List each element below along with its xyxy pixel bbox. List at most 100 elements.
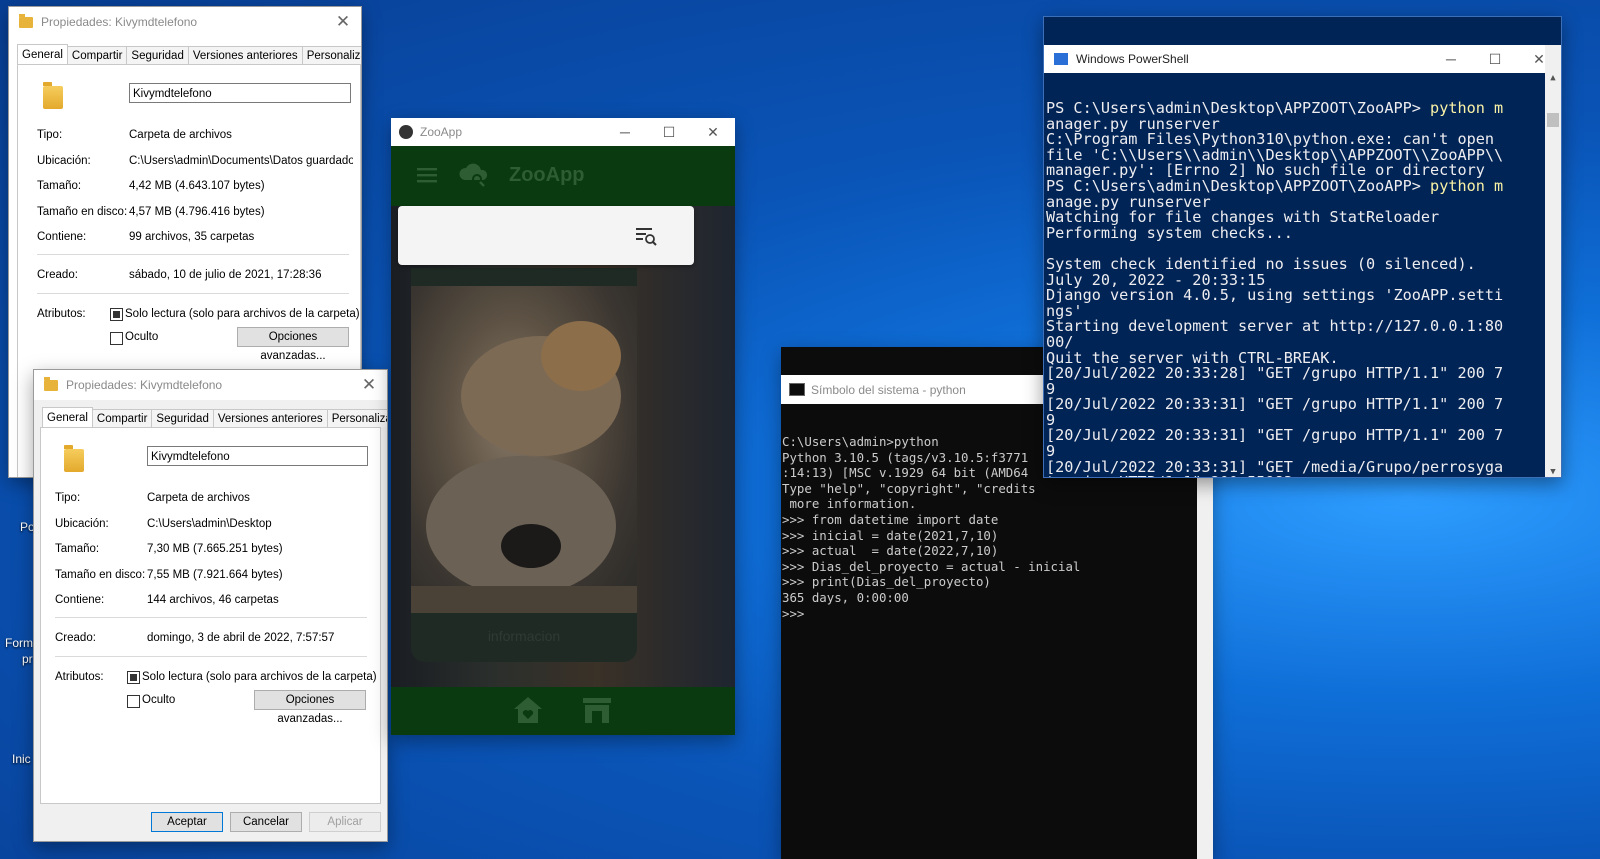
hidden-checkbox[interactable] xyxy=(110,332,123,345)
divider xyxy=(37,293,349,294)
title-bar[interactable]: Propiedades: Kivymdtelefono ✕ xyxy=(34,370,387,400)
console-line: Starting development server at http://12… xyxy=(1046,319,1561,335)
title-bar[interactable]: Windows PowerShell ─ ☐ ✕ xyxy=(1044,45,1561,73)
atributos-label: Atributos: xyxy=(55,671,104,683)
tamano-value: 4,42 MB (4.643.107 bytes) xyxy=(129,180,265,192)
maximize-button[interactable]: ☐ xyxy=(647,124,691,141)
tab-bar: General Compartir Seguridad Versiones an… xyxy=(17,44,361,64)
window-title: Propiedades: Kivymdtelefono xyxy=(41,15,198,29)
tamano-disco-value: 7,55 MB (7.921.664 bytes) xyxy=(147,569,283,581)
hidden-checkbox[interactable] xyxy=(127,695,140,708)
pet-photo-illustration xyxy=(411,321,637,613)
contiene-label: Contiene: xyxy=(37,231,87,243)
creado-label: Creado: xyxy=(37,269,78,281)
contiene-value: 144 archivos, 46 carpetas xyxy=(147,594,279,606)
hidden-label: Oculto xyxy=(142,694,176,706)
close-button[interactable]: ✕ xyxy=(351,375,387,395)
tab-versiones-anteriores[interactable]: Versiones anteriores xyxy=(187,46,303,64)
creado-value: domingo, 3 de abril de 2022, 7:57:57 xyxy=(147,632,335,644)
bottom-navigation xyxy=(391,687,735,735)
tab-seguridad[interactable]: Seguridad xyxy=(151,409,214,427)
zooapp-window: ZooApp ─ ☐ ✕ ZooApp informacion xyxy=(391,118,735,735)
desktop-icon-label[interactable]: pr xyxy=(22,652,33,666)
tamano-label: Tamaño: xyxy=(55,543,100,555)
accept-button[interactable]: Aceptar xyxy=(151,812,223,832)
divider xyxy=(37,254,349,255)
store-icon[interactable] xyxy=(581,695,613,725)
console-line: >>> print(Dias_del_proyecto) xyxy=(782,574,991,590)
tab-seguridad[interactable]: Seguridad xyxy=(126,46,189,64)
apply-button[interactable]: Aplicar xyxy=(309,812,381,832)
console-line: >>> xyxy=(782,605,805,621)
scroll-thumb[interactable] xyxy=(1547,113,1559,127)
title-bar[interactable]: Propiedades: Kivymdtelefono ✕ xyxy=(9,7,361,37)
tamano-label: Tamaño: xyxy=(37,180,82,192)
command-highlight: python m xyxy=(1430,176,1504,195)
readonly-checkbox[interactable] xyxy=(127,671,140,684)
contiene-label: Contiene: xyxy=(55,594,105,606)
folder-name-input[interactable]: Kivymdtelefono xyxy=(147,446,368,466)
console-line: tos.jpg HTTP/1.1" 200 55983 xyxy=(1046,473,1561,477)
tab-personalizar[interactable]: Personalizar xyxy=(326,409,387,427)
powershell-icon xyxy=(1054,53,1068,65)
divider xyxy=(55,656,367,657)
hidden-label: Oculto xyxy=(125,331,159,343)
tab-general[interactable]: General xyxy=(17,44,68,64)
console-text: tos.jpg HTTP/1.1" 200 55983 xyxy=(1046,473,1293,477)
tab-general[interactable]: General xyxy=(42,407,93,427)
console-line: >>> actual = date(2022,7,10) xyxy=(782,543,999,559)
folder-icon xyxy=(43,82,63,109)
ubicacion-label: Ubicación: xyxy=(37,155,91,167)
ubicacion-label: Ubicación: xyxy=(55,518,109,530)
tab-compartir[interactable]: Compartir xyxy=(91,409,153,427)
info-button[interactable]: informacion xyxy=(411,628,637,644)
desktop-icon-label[interactable]: Inic xyxy=(12,752,31,766)
window-title: Propiedades: Kivymdtelefono xyxy=(66,378,223,392)
tamano-disco-label: Tamaño en disco: xyxy=(55,569,146,581)
folder-icon xyxy=(44,376,58,391)
ubicacion-value: C:\Users\admin\Documents\Datos guardados… xyxy=(129,155,353,167)
readonly-checkbox[interactable] xyxy=(110,308,123,321)
advanced-options-button[interactable]: Opciones avanzadas... xyxy=(237,327,349,362)
close-button[interactable]: ✕ xyxy=(691,124,735,141)
console-line: Performing system checks... xyxy=(1046,223,1561,242)
console-text: [20/Jul/2022 20:33:31] "GET /grupo HTTP/… xyxy=(1046,426,1504,445)
advanced-options-button[interactable]: Opciones avanzadas... xyxy=(254,690,366,725)
home-icon[interactable] xyxy=(512,695,544,725)
console-text: Performing system checks... xyxy=(1046,223,1293,242)
scroll-up-arrow[interactable]: ▲ xyxy=(1545,73,1561,83)
close-button[interactable]: ✕ xyxy=(325,12,361,32)
desktop-icon-label[interactable]: Form xyxy=(5,636,33,650)
tipo-label: Tipo: xyxy=(55,492,81,504)
tab-compartir[interactable]: Compartir xyxy=(66,46,128,64)
scrollbar[interactable]: ▲ ▼ xyxy=(1545,45,1561,477)
folder-name-input[interactable]: Kivymdtelefono xyxy=(129,83,351,103)
cmd-icon xyxy=(789,383,805,396)
creado-label: Creado: xyxy=(55,632,96,644)
tamano-disco-value: 4,57 MB (4.796.416 bytes) xyxy=(129,206,265,218)
tab-versiones-anteriores[interactable]: Versiones anteriores xyxy=(212,409,328,427)
console-line: [20/Jul/2022 20:33:28] "GET /grupo HTTP/… xyxy=(1046,365,1561,382)
tipo-label: Tipo: xyxy=(37,129,63,141)
console-line: 365 days, 0:00:00 xyxy=(782,589,909,605)
console-text: Django version 4.0.5, using settings 'Zo… xyxy=(1046,286,1504,305)
minimize-button[interactable]: ─ xyxy=(1429,51,1473,67)
title-bar[interactable]: ZooApp ─ ☐ ✕ xyxy=(391,118,735,146)
folder-icon xyxy=(19,13,33,28)
window-title: Símbolo del sistema - python xyxy=(811,382,966,397)
menu-icon[interactable] xyxy=(417,166,437,184)
search-card[interactable] xyxy=(398,206,694,265)
minimize-button[interactable]: ─ xyxy=(603,124,647,140)
card-image xyxy=(411,286,637,613)
filter-search-icon[interactable] xyxy=(636,226,658,246)
tab-personalizar[interactable]: Personalizar xyxy=(301,46,361,64)
contiene-value: 99 archivos, 35 carpetas xyxy=(129,231,255,243)
cancel-button[interactable]: Cancelar xyxy=(230,812,302,832)
console-output[interactable]: PS C:\Users\admin\Desktop\APPZOOT\ZooAPP… xyxy=(1044,100,1561,477)
console-line: >>> inicial = date(2021,7,10) xyxy=(782,527,999,543)
tab-bar: General Compartir Seguridad Versiones an… xyxy=(42,407,387,427)
maximize-button[interactable]: ☐ xyxy=(1473,51,1517,68)
cloud-search-icon[interactable] xyxy=(459,160,489,188)
general-panel: Kivymdtelefono Tipo: Carpeta de archivos… xyxy=(40,427,381,804)
scroll-down-arrow[interactable]: ▼ xyxy=(1545,467,1561,477)
